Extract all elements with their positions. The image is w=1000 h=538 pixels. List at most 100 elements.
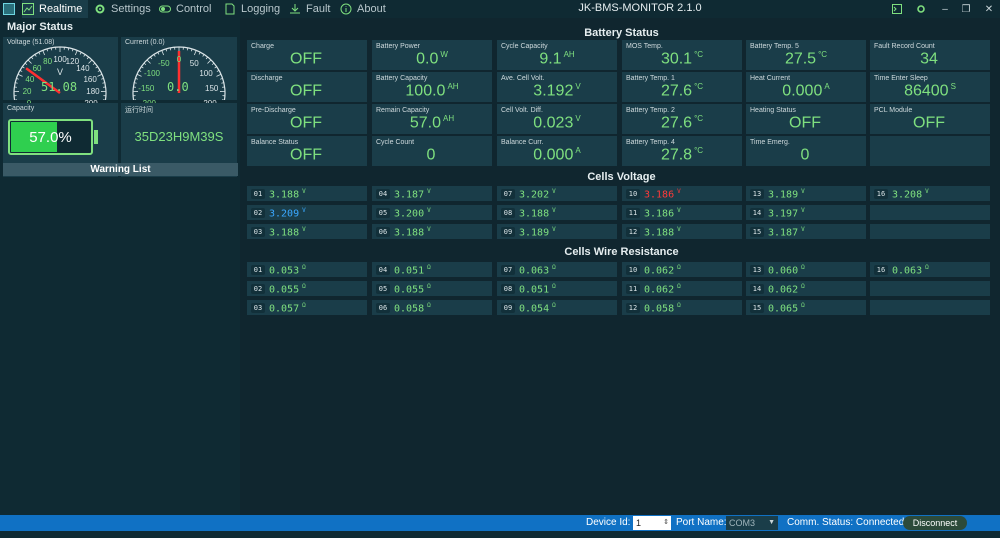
cell-voltage: 06 3.188 V (372, 224, 492, 239)
gauge-tick (211, 62, 215, 66)
status-cell-label: Battery Power (376, 43, 420, 50)
chevron-down-icon: ▼ (768, 519, 775, 526)
status-cell: Discharge OFF (247, 72, 367, 102)
cell-index: 14 (750, 208, 764, 218)
cell-index: 09 (501, 227, 515, 237)
cell-value: 3.188 V (519, 207, 556, 220)
tab-settings[interactable]: Settings (94, 0, 156, 18)
tab-control[interactable]: Control (159, 0, 221, 18)
disconnect-button[interactable]: Disconnect (903, 516, 967, 530)
settings-icon[interactable] (912, 0, 930, 18)
gauge-tick (136, 73, 142, 77)
status-cell: Ave. Cell Volt. 3.192 V (497, 72, 617, 102)
tab-realtime[interactable]: Realtime (22, 0, 88, 18)
cell-value: 0.057 Ω (269, 302, 306, 315)
cell-index: 03 (251, 227, 265, 237)
cell-voltage: 04 3.187 V (372, 186, 492, 201)
status-cell-label: Balance Curr. (501, 139, 544, 146)
tab-about[interactable]: About (340, 0, 390, 18)
cell-index: 12 (626, 227, 640, 237)
status-cell-value: 0.023 V (533, 114, 581, 132)
status-cell-label: Discharge (251, 75, 283, 82)
status-cell-label: Pre-Discharge (251, 107, 296, 114)
tab-label: Realtime (39, 3, 83, 15)
gauge-tick (79, 52, 82, 55)
cell-value: 3.189 V (519, 226, 556, 239)
status-cell-value: OFF (290, 82, 322, 100)
status-cell-value: 27.6 °C (660, 114, 704, 132)
gauge-tick (24, 62, 28, 66)
cell-resistance: 02 0.055 Ω (247, 281, 367, 296)
gauge-tick-label: 50 (189, 58, 199, 68)
cell-value: 3.188 V (269, 226, 306, 239)
empty-cell (870, 224, 990, 239)
chart-icon (22, 3, 34, 15)
status-cell: Charge OFF (247, 40, 367, 70)
status-cell: Cell Volt. Diff. 0.023 V (497, 104, 617, 134)
tab-label: About (357, 3, 386, 15)
status-cell-value: 86400 S (904, 82, 956, 100)
cell-index: 06 (376, 303, 390, 313)
gauge-tick (198, 52, 201, 55)
gauge-tick-label: 40 (25, 74, 35, 84)
close-icon[interactable]: ✕ (980, 0, 998, 18)
status-cell-value: OFF (913, 114, 945, 132)
capacity-label: Capacity (7, 105, 35, 112)
status-cell-label: Heat Current (750, 75, 791, 82)
status-cell: Remain Capacity 57.0 AH (372, 104, 492, 134)
cell-index: 07 (501, 265, 515, 275)
cell-value: 0.063 Ω (892, 264, 929, 277)
gauge-tick (42, 50, 46, 56)
gauge-tick (95, 66, 98, 69)
cell-index: 07 (501, 189, 515, 199)
port-select[interactable]: COM3 ▼ (726, 516, 778, 530)
cell-value: 3.186 V (644, 207, 681, 220)
cell-voltage: 08 3.188 V (497, 205, 617, 220)
tab-label: Logging (241, 3, 281, 15)
gauge-tick (193, 50, 197, 56)
battery-terminal (94, 130, 98, 144)
status-cell-value: OFF (290, 146, 322, 164)
status-cell-label: Battery Temp. 4 (626, 139, 675, 146)
status-cell-value: 9.1 AH (539, 50, 575, 68)
gauge-tick (153, 54, 156, 57)
empty-cell (870, 136, 990, 166)
duplicate-window-strip (0, 531, 1000, 538)
status-cell-value: 3.192 V (533, 82, 581, 100)
cell-index: 01 (251, 189, 265, 199)
cell-index: 11 (626, 284, 640, 294)
gauge-tick-label: 100 (199, 69, 213, 79)
status-cell: Battery Temp. 2 27.6 °C (622, 104, 742, 134)
tab-fault[interactable]: Fault (289, 0, 339, 18)
tab-logging[interactable]: Logging (224, 0, 284, 18)
gauge-tick (27, 59, 32, 64)
voltage-readout: 51.08 (41, 80, 78, 94)
cell-index: 13 (750, 189, 764, 199)
cell-resistance: 12 0.058 Ω (622, 300, 742, 315)
restore-icon[interactable]: ❐ (957, 0, 975, 18)
status-cell: Heating Status OFF (746, 104, 866, 134)
cell-index: 15 (750, 303, 764, 313)
cell-value: 3.189 V (768, 188, 805, 201)
voltage-unit: V (57, 67, 64, 77)
cells-resistance-title: Cells Wire Resistance (564, 246, 679, 258)
status-cell-label: Cell Volt. Diff. (501, 107, 543, 114)
cell-value: 3.188 V (269, 188, 306, 201)
cell-index: 03 (251, 303, 265, 313)
cell-value: 0.051 Ω (519, 283, 556, 296)
status-cell-value: OFF (789, 114, 821, 132)
cell-value: 3.186 V (644, 188, 681, 201)
minimize-icon[interactable]: – (936, 0, 954, 18)
cell-index: 09 (501, 303, 515, 313)
cell-index: 06 (376, 227, 390, 237)
spinner-icon[interactable]: ⇕ (663, 516, 669, 530)
empty-cell (870, 281, 990, 296)
status-cell-value: 0 (426, 146, 436, 164)
cell-voltage: 10 3.186 V (622, 186, 742, 201)
terminal-icon[interactable] (888, 0, 906, 18)
device-id-input[interactable]: 1 ⇕ (633, 516, 671, 530)
gauge-tick (141, 66, 144, 69)
warning-list[interactable] (3, 177, 238, 513)
cell-voltage: 07 3.202 V (497, 186, 617, 201)
status-cell: Time Enter Sleep 86400 S (870, 72, 990, 102)
